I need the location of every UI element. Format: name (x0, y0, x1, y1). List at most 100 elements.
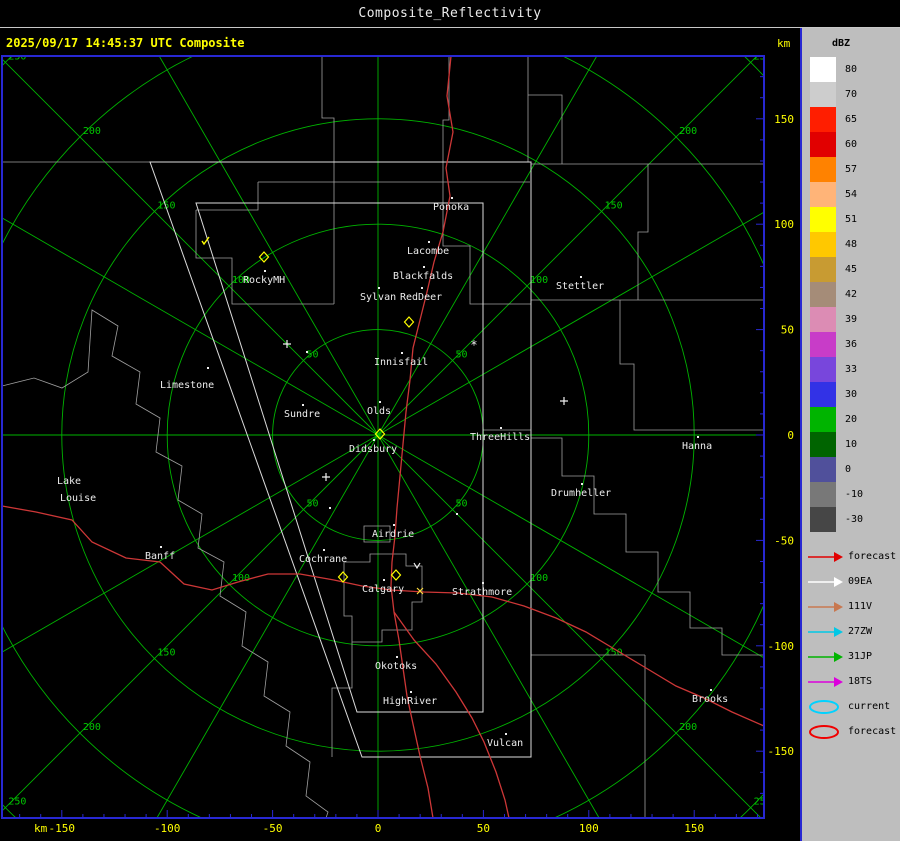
scale-color-swatch (810, 507, 836, 532)
storm-marker (322, 473, 330, 481)
scale-entry: 57 (802, 157, 900, 182)
city-label: Ponoka (433, 202, 469, 213)
scale-value-label: 36 (845, 332, 857, 357)
scale-value-label: 0 (845, 457, 851, 482)
radar-map-canvas[interactable]: 2025/09/17 14:45:37 UTC Composite km km … (0, 28, 800, 841)
city-dot (451, 197, 453, 199)
legend-item-label: 09EA (848, 576, 872, 587)
city-label: HighRiver (383, 696, 437, 707)
storm-marker: * (470, 338, 477, 352)
scale-value-label: 70 (845, 82, 857, 107)
city-label: Drumheller (551, 488, 611, 499)
scale-value-label: 48 (845, 232, 857, 257)
range-ring (0, 28, 800, 841)
range-ring-label: 150 (157, 648, 175, 659)
scale-value-label: -30 (845, 507, 863, 532)
scale-color-swatch (810, 357, 836, 382)
range-ring-label: 200 (679, 722, 697, 733)
storm-marker (414, 563, 420, 568)
range-ring-label: 150 (605, 200, 623, 211)
scale-color-swatch (810, 182, 836, 207)
boundary-segment (531, 655, 645, 818)
legend-item-label: current (848, 701, 890, 712)
track-arrowhead-icon (834, 652, 843, 662)
x-axis-label: 100 (579, 822, 599, 835)
y-axis-label: 50 (781, 324, 794, 337)
range-ring-label: 50 (306, 499, 318, 510)
city-dot (379, 401, 381, 403)
scale-color-swatch (810, 307, 836, 332)
city-dot (423, 266, 425, 268)
scale-color-swatch (810, 107, 836, 132)
x-axis-label: -150 (49, 822, 76, 835)
range-ring-label: 50 (306, 349, 318, 360)
city-label: Strathmore (452, 587, 512, 598)
azimuth-line (0, 28, 378, 435)
boundary-segment (443, 56, 531, 304)
scale-value-label: 65 (845, 107, 857, 132)
storm-marker (329, 507, 331, 509)
legend-item-label: 27ZW (848, 626, 872, 637)
city-dot (482, 582, 484, 584)
legend-item: 18TS (802, 669, 900, 694)
azimuth-line (378, 435, 678, 841)
scale-value-label: 51 (845, 207, 857, 232)
range-ring-label: 50 (456, 499, 468, 510)
city-dot (580, 276, 582, 278)
boundary-segment (620, 300, 764, 430)
city-dot (373, 439, 375, 441)
scale-color-swatch (810, 282, 836, 307)
city-label: Brooks (692, 694, 728, 705)
scale-color-swatch (810, 82, 836, 107)
city-label: Blackfalds (393, 271, 453, 282)
y-axis-label: -150 (768, 745, 795, 758)
legend-item: 111V (802, 594, 900, 619)
y-axis-label: -100 (768, 640, 795, 653)
storm-marker (405, 317, 414, 327)
storm-marker (260, 252, 269, 262)
scale-entry: 80 (802, 57, 900, 82)
range-ring-label: 100 (530, 275, 548, 286)
city-label: Cochrane (299, 554, 347, 565)
scale-color-swatch (810, 157, 836, 182)
scale-entry: 70 (802, 82, 900, 107)
scale-entry: 54 (802, 182, 900, 207)
city-dot (500, 427, 502, 429)
city-dot (393, 524, 395, 526)
scale-entry: 60 (802, 132, 900, 157)
city-label: Hanna (682, 441, 712, 452)
city-label: ThreeHills (470, 432, 530, 443)
legend-item-label: forecast (848, 726, 896, 737)
city-dot (323, 549, 325, 551)
city-label: Limestone (160, 380, 214, 391)
scale-color-swatch (810, 57, 836, 82)
scale-color-swatch (810, 332, 836, 357)
scale-entry: 33 (802, 357, 900, 382)
scale-color-swatch (810, 432, 836, 457)
scale-value-label: 30 (845, 382, 857, 407)
range-ring-label: 200 (83, 722, 101, 733)
track-arrowhead-icon (834, 577, 843, 587)
city-label: Okotoks (375, 661, 417, 672)
scale-entry: 20 (802, 407, 900, 432)
color-scale: 807065605754514845423936333020100-10-30 (802, 57, 900, 532)
city-label: Banff (145, 551, 175, 562)
scale-value-label: 80 (845, 57, 857, 82)
legend-item: 31JP (802, 644, 900, 669)
x-axis-label: 50 (477, 822, 490, 835)
scale-value-label: 60 (845, 132, 857, 157)
city-dot (264, 270, 266, 272)
scale-entry: 45 (802, 257, 900, 282)
scale-entry: 42 (802, 282, 900, 307)
scale-title: dBZ (802, 28, 900, 57)
scale-value-label: 57 (845, 157, 857, 182)
city-dot (396, 656, 398, 658)
city-label: Sundre (284, 409, 320, 420)
boundary-segment (196, 182, 258, 210)
scale-color-swatch (810, 207, 836, 232)
legend-item: 09EA (802, 569, 900, 594)
scale-value-label: 39 (845, 307, 857, 332)
scale-entry: -30 (802, 507, 900, 532)
scale-color-swatch (810, 407, 836, 432)
track-arrowhead-icon (834, 677, 843, 687)
